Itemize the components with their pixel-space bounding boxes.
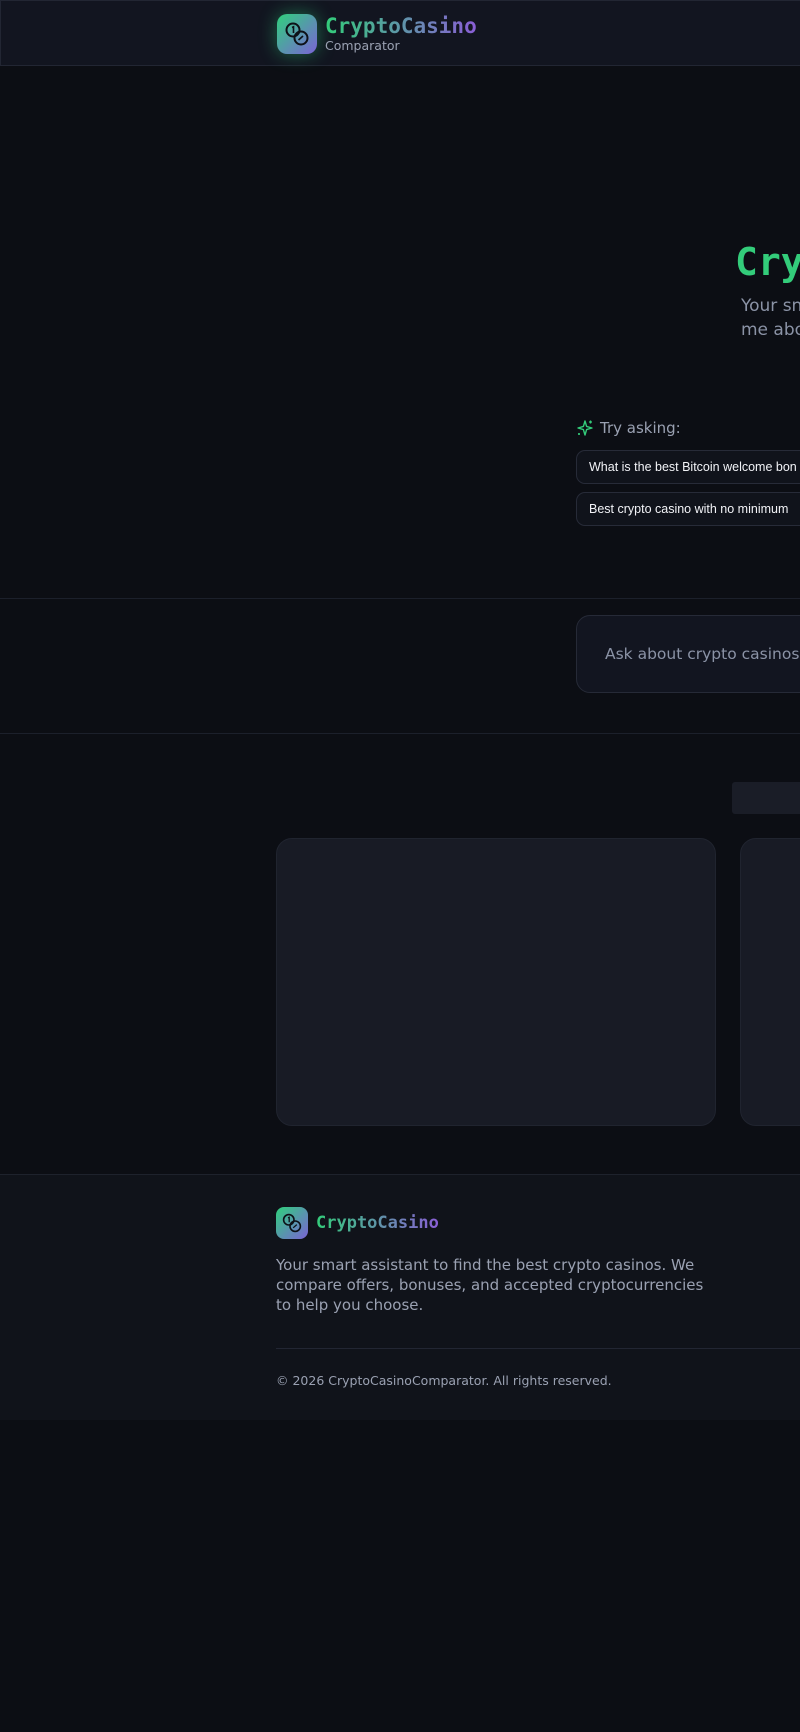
footer-description: Your smart assistant to find the best cr… <box>276 1256 704 1314</box>
coins-icon <box>282 1213 302 1233</box>
hero-subtitle-line-1: Your sn <box>741 296 800 316</box>
footer-divider <box>276 1348 800 1349</box>
chat-input-box[interactable] <box>576 615 800 693</box>
site-header: CryptoCasino Comparator <box>0 0 800 66</box>
footer-coins-logo-icon[interactable] <box>276 1207 308 1239</box>
site-footer: CryptoCasino Your smart assistant to fin… <box>0 1174 800 1420</box>
try-asking-label: Try asking: <box>600 419 681 437</box>
section-divider <box>0 598 800 599</box>
footer-copyright: © 2026 CryptoCasinoComparator. All right… <box>276 1373 612 1388</box>
sparkle-icon <box>577 420 593 436</box>
suggestion-chip-text: Best crypto casino with no minimum <box>589 502 789 516</box>
footer-brand-name[interactable]: CryptoCasino <box>316 1213 439 1233</box>
hero-subtitle-line-2: me abou <box>741 320 800 340</box>
brand-name[interactable]: CryptoCasino <box>325 14 477 38</box>
brand-subtitle: Comparator <box>325 38 400 53</box>
skeleton-title-placeholder <box>732 782 800 814</box>
section-divider <box>0 733 800 734</box>
coins-logo-icon[interactable] <box>277 14 317 54</box>
skeleton-card <box>740 838 800 1126</box>
hero-title: Cryp <box>735 240 800 284</box>
chat-input[interactable] <box>605 640 800 668</box>
suggestion-chip-bitcoin-bonus[interactable]: What is the best Bitcoin welcome bon <box>576 450 800 484</box>
suggestion-chip-text: What is the best Bitcoin welcome bon <box>589 460 797 474</box>
skeleton-card <box>276 838 716 1126</box>
page: CryptoCasino Comparator Cryp Your sn me … <box>0 0 800 1732</box>
suggestion-chip-no-minimum[interactable]: Best crypto casino with no minimum <box>576 492 800 526</box>
coins-icon <box>285 22 309 46</box>
